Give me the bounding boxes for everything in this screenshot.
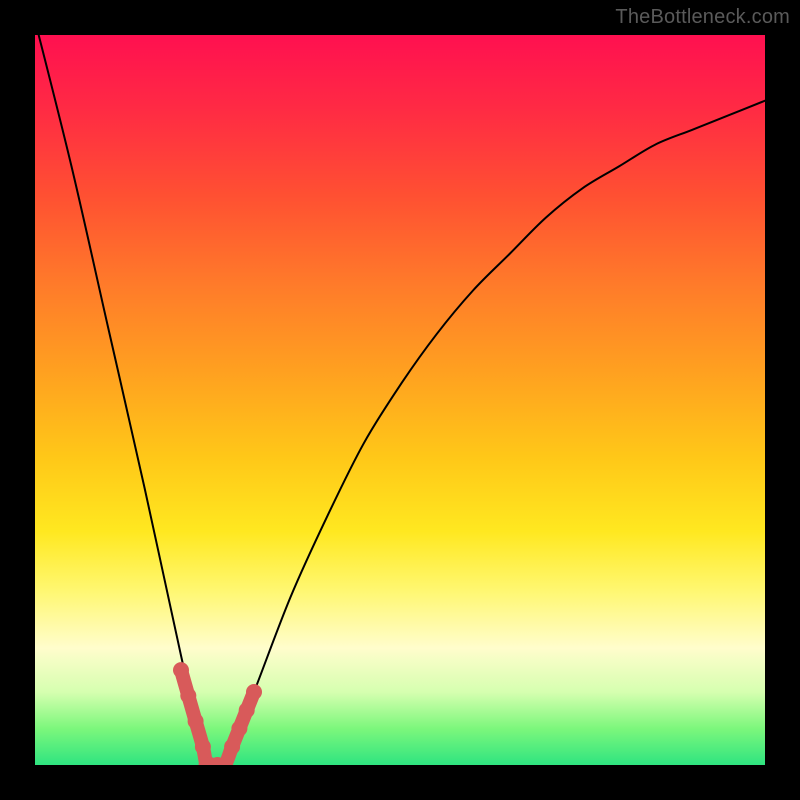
chart-svg	[35, 35, 765, 765]
valley-dot	[239, 702, 255, 718]
valley-dot	[224, 739, 240, 755]
valley-dot	[188, 713, 204, 729]
main-curve	[35, 35, 765, 765]
valley-dot	[231, 721, 247, 737]
valley-dot	[173, 662, 189, 678]
chart-frame: TheBottleneck.com	[0, 0, 800, 800]
valley-dot	[195, 739, 211, 755]
plot-area	[35, 35, 765, 765]
valley-dot	[246, 684, 262, 700]
watermark-text: TheBottleneck.com	[615, 6, 790, 29]
valley-dot	[180, 688, 196, 704]
